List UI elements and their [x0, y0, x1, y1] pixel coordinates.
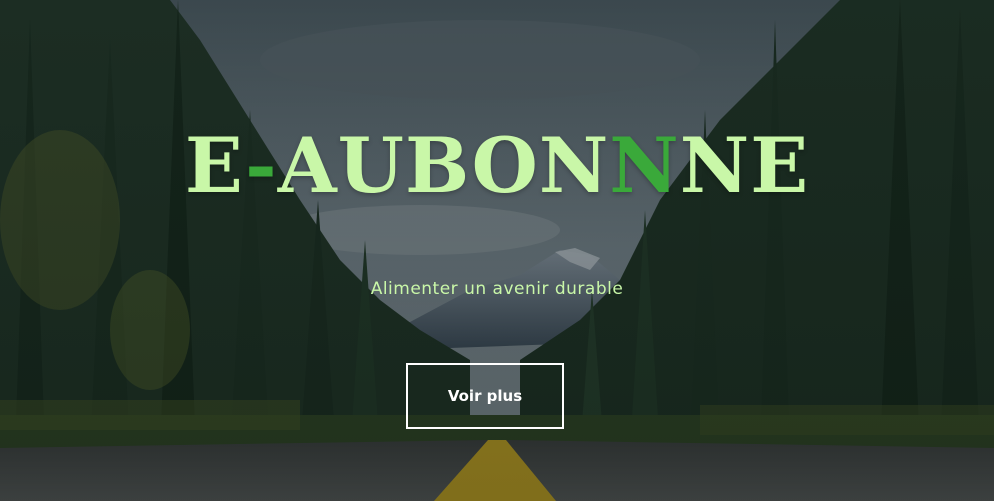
title-accent-1: - [245, 121, 278, 210]
hero-section: E-AUBONNNE Alimenter un avenir durable V… [0, 0, 994, 501]
hero-content: E-AUBONNNE Alimenter un avenir durable V… [0, 0, 994, 501]
title-part-3: NE [679, 121, 810, 210]
hero-subtitle: Alimenter un avenir durable [370, 279, 624, 299]
voir-plus-button[interactable]: Voir plus [406, 363, 564, 429]
site-title: E-AUBONNNE [0, 128, 994, 204]
title-part-1: E [184, 121, 246, 210]
title-part-2: AUBON [277, 121, 610, 210]
title-accent-2: N [609, 121, 680, 210]
